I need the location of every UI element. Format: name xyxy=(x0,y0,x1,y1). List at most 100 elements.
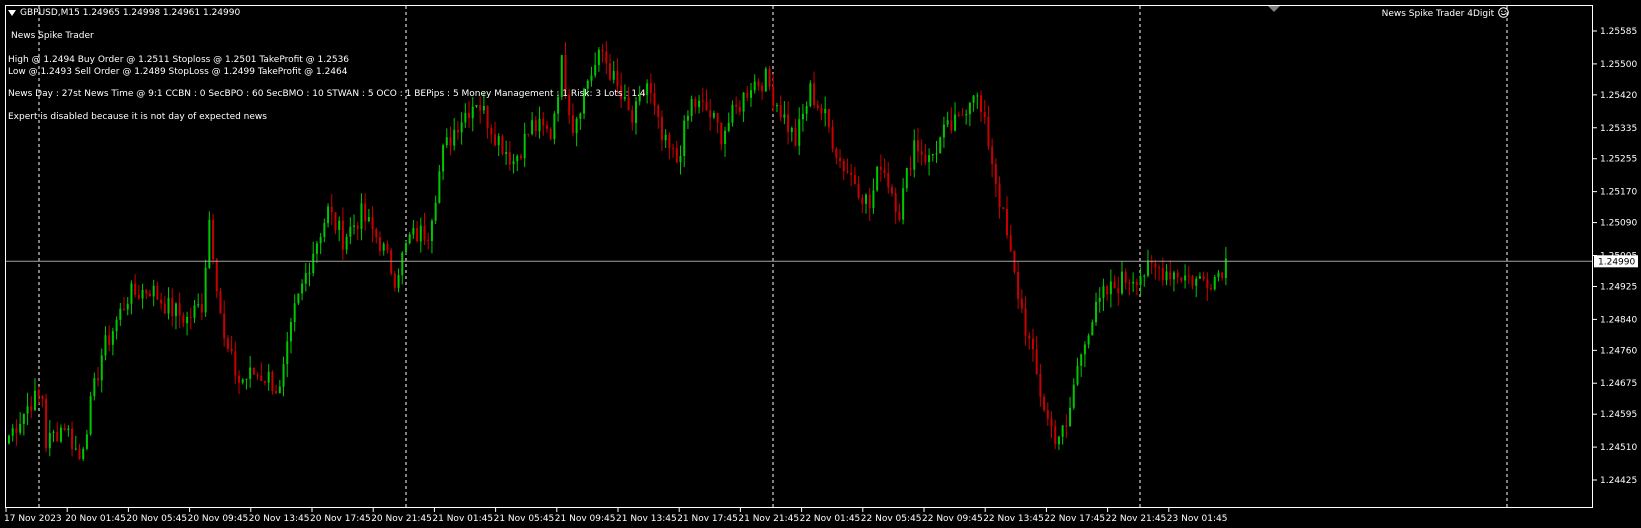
candle-body xyxy=(490,128,493,135)
candle-body xyxy=(839,157,842,162)
candle-body xyxy=(590,75,593,81)
candle-body xyxy=(30,406,33,411)
candle-body xyxy=(416,227,419,242)
candle-body xyxy=(97,378,100,381)
candle-body xyxy=(260,375,263,381)
candle-body xyxy=(976,95,979,97)
candle-body xyxy=(11,428,14,436)
candle-body xyxy=(779,105,782,118)
candle-body xyxy=(846,171,849,173)
candle-body xyxy=(438,171,441,203)
candle-body xyxy=(148,293,151,297)
candle-body xyxy=(605,51,608,64)
candle-body xyxy=(249,367,252,379)
candle-body xyxy=(794,128,797,146)
candle-body xyxy=(67,428,70,431)
candle-body xyxy=(675,148,678,163)
candle-body xyxy=(1161,268,1164,281)
candle-body xyxy=(89,396,92,435)
y-tick-label: 1.24425 xyxy=(1600,476,1637,486)
candle-body xyxy=(579,113,582,119)
candle-body xyxy=(738,106,741,112)
candle-body xyxy=(553,113,556,139)
ea-high-line: High @ 1.2494 Buy Order @ 1.2511 Stoplos… xyxy=(8,55,350,65)
candle-body xyxy=(772,86,775,106)
candle-body xyxy=(126,303,129,310)
candle-body xyxy=(497,136,500,146)
candle-body xyxy=(879,166,882,170)
candle-body xyxy=(505,152,508,155)
candle-body xyxy=(994,164,997,185)
candle-body xyxy=(1139,276,1142,285)
symbol-quote-text: GBPUSD,M15 1.24965 1.24998 1.24961 1.249… xyxy=(20,8,241,18)
candle-body xyxy=(664,134,667,141)
candle-body xyxy=(238,375,241,383)
symbol-quote-line[interactable]: GBPUSD,M15 1.24965 1.24998 1.24961 1.249… xyxy=(8,7,240,19)
candle-body xyxy=(41,395,44,399)
candle-body xyxy=(1172,272,1175,280)
candle-body xyxy=(397,275,400,288)
y-tick-label: 1.24510 xyxy=(1600,443,1637,453)
candle-body xyxy=(104,335,107,356)
x-tick-label: 21 Nov 01:45 xyxy=(432,514,493,524)
candle-body xyxy=(293,303,296,323)
candle-body xyxy=(345,236,348,250)
candle-body xyxy=(252,367,255,375)
candle-body xyxy=(22,413,25,425)
candle-body xyxy=(683,120,686,157)
candle-body xyxy=(267,371,270,383)
candle-body xyxy=(1024,308,1027,336)
candle-body xyxy=(171,297,174,317)
candle-body xyxy=(230,348,233,352)
candle-body xyxy=(735,104,738,107)
candle-body xyxy=(1121,271,1123,294)
candle-body xyxy=(1169,271,1172,280)
x-tick-label: 20 Nov 21:45 xyxy=(371,514,432,524)
y-tick-label: 1.24840 xyxy=(1600,315,1637,325)
candle-body xyxy=(920,151,923,155)
ea-low-line: Low @ 1.2493 Sell Order @ 1.2489 StopLos… xyxy=(8,67,348,77)
x-tick-label: 17 Nov 2023 xyxy=(4,514,62,524)
candle-body xyxy=(957,114,960,116)
x-tick-label: 22 Nov 21:45 xyxy=(1106,514,1167,524)
candle-body xyxy=(1154,263,1157,268)
candle-body xyxy=(672,147,675,149)
candle-body xyxy=(1069,407,1072,426)
candle-body xyxy=(1061,425,1064,437)
candle-body xyxy=(746,92,749,98)
candle-body xyxy=(827,108,830,128)
y-tick-label: 1.25420 xyxy=(1600,91,1637,101)
candle-body xyxy=(327,206,330,224)
candle-body xyxy=(1206,279,1209,288)
candle-body xyxy=(375,229,378,238)
y-tick-label: 1.25090 xyxy=(1600,219,1637,229)
candle-body xyxy=(341,220,344,250)
candle-body xyxy=(1080,354,1083,366)
candle-body xyxy=(824,108,827,114)
x-tick-label: 22 Nov 05:45 xyxy=(861,514,922,524)
candle-body xyxy=(768,68,771,87)
candle-body xyxy=(408,234,411,244)
triangle-down-icon[interactable] xyxy=(8,9,16,16)
candle-body xyxy=(727,122,730,131)
candle-body xyxy=(297,293,300,304)
candle-body xyxy=(850,172,853,175)
candle-body xyxy=(775,105,778,107)
candle-body xyxy=(894,193,897,212)
candle-body xyxy=(1083,344,1086,355)
candle-body xyxy=(390,250,393,274)
candle-body xyxy=(965,114,968,116)
x-tick-label: 20 Nov 05:45 xyxy=(126,514,187,524)
candle-body xyxy=(82,448,85,460)
smiley-icon[interactable] xyxy=(1498,7,1509,18)
price-chart[interactable]: 1.25585 1.25500 1.25420 1.25335 1.25255 1.251… xyxy=(0,0,1641,528)
candle-body xyxy=(1095,301,1098,323)
candle-body xyxy=(349,226,352,237)
candle-body xyxy=(430,220,433,242)
candle-body xyxy=(393,273,396,288)
expert-advisor-label[interactable]: News Spike Trader 4Digit xyxy=(1382,7,1509,20)
candle-body xyxy=(360,203,363,230)
ea-title: News Spike Trader xyxy=(11,31,94,41)
candle-body xyxy=(816,105,819,109)
candle-body xyxy=(193,305,196,318)
